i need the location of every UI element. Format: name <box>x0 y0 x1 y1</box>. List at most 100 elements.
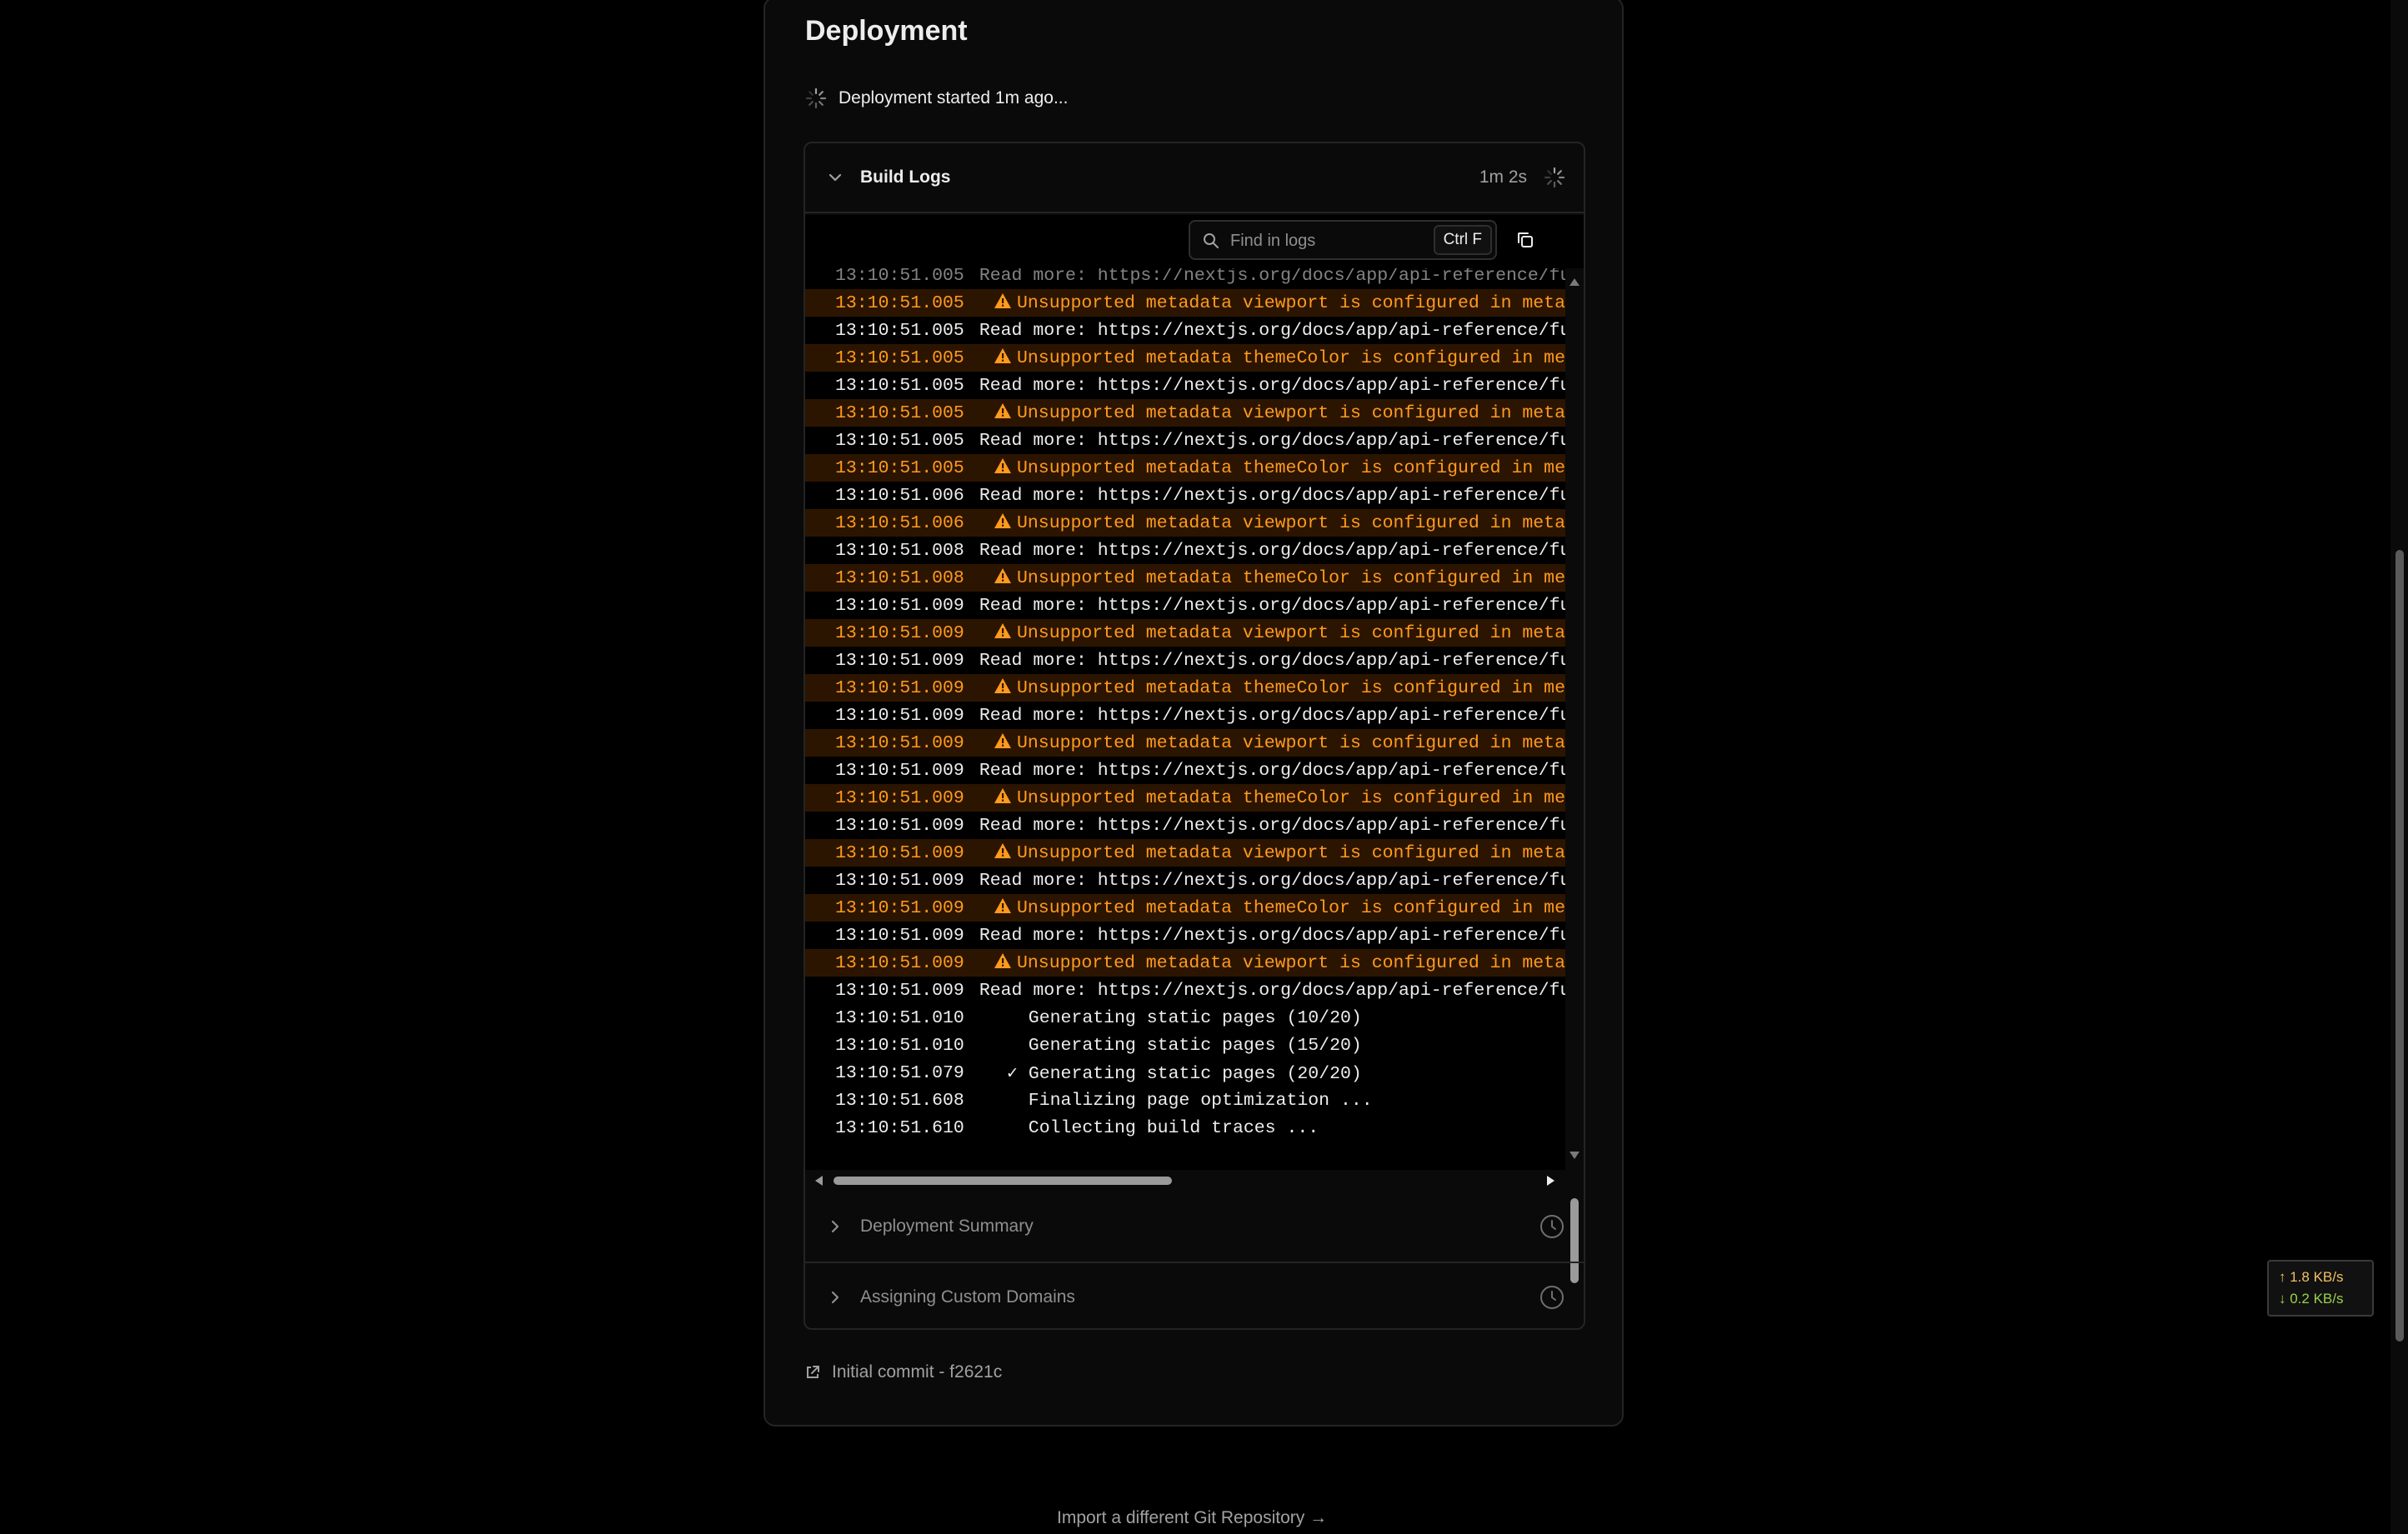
page-scrollbar[interactable] <box>2390 0 2408 1534</box>
log-line: 13:10:51.010 Generating static pages (15… <box>805 1032 1565 1059</box>
scroll-down-arrow[interactable] <box>1569 1152 1579 1159</box>
log-line: 13:10:51.005 Read more: https://nextjs.or… <box>805 317 1565 344</box>
log-timestamp: 13:10:51.005 <box>835 268 964 286</box>
log-message-text: Generating static pages (10/20) <box>1007 1007 1362 1028</box>
assigning-domains-section[interactable]: Assigning Custom Domains <box>805 1262 1584 1328</box>
log-message-text: Read more: https://nextjs.org/docs/app/a… <box>979 870 1565 891</box>
log-line-warning: 13:10:51.009 Unsupported metadata viewpor… <box>805 839 1565 867</box>
log-timestamp: 13:10:51.005 <box>835 292 964 313</box>
log-timestamp: 13:10:51.009 <box>835 595 964 616</box>
log-message-text: Unsupported metadata viewport is configu… <box>1016 843 1565 863</box>
log-line-warning: 13:10:51.009 Unsupported metadata viewpor… <box>805 729 1565 757</box>
log-message: Unsupported metadata viewport is configu… <box>994 292 1565 313</box>
warning-icon <box>994 513 1011 528</box>
copy-icon <box>1518 232 1533 247</box>
warning-icon <box>994 788 1011 803</box>
horizontal-scroll-thumb[interactable] <box>834 1177 1172 1185</box>
log-timestamp: 13:10:51.010 <box>835 1035 964 1056</box>
import-repository-link[interactable]: Import a different Git Repository → <box>1057 1508 1327 1528</box>
log-message-text: Read more: https://nextjs.org/docs/app/a… <box>979 320 1565 341</box>
chevron-down-icon <box>829 173 842 182</box>
chevron-right-icon <box>831 1220 839 1233</box>
vertical-scrollbar[interactable] <box>1565 268 1584 1283</box>
log-timestamp: 13:10:51.006 <box>835 485 964 506</box>
log-timestamp: 13:10:51.006 <box>835 512 964 533</box>
log-line: 13:10:51.009 Read more: https://nextjs.or… <box>805 867 1565 894</box>
log-message: Unsupported metadata themeColor is confi… <box>994 347 1565 368</box>
horizontal-scrollbar[interactable] <box>805 1170 1584 1192</box>
log-output[interactable]: 13:10:51.005 Read more: https://nextjs.or… <box>805 268 1565 1170</box>
scroll-right-arrow[interactable] <box>1547 1176 1554 1186</box>
clock-icon <box>1540 1286 1564 1309</box>
log-message-text: Read more: https://nextjs.org/docs/app/a… <box>979 375 1565 396</box>
clock-icon <box>1540 1215 1564 1238</box>
deployment-summary-section[interactable]: Deployment Summary <box>805 1192 1584 1262</box>
build-logs-elapsed: 1m 2s <box>1479 167 1527 187</box>
build-logs-header[interactable]: Build Logs 1m 2s <box>805 143 1584 213</box>
log-line: 13:10:51.009 Read more: https://nextjs.or… <box>805 592 1565 619</box>
log-timestamp: 13:10:51.009 <box>835 622 964 643</box>
log-timestamp: 13:10:51.009 <box>835 787 964 808</box>
log-timestamp: 13:10:51.009 <box>835 650 964 671</box>
log-message-text: Read more: https://nextjs.org/docs/app/a… <box>979 485 1565 506</box>
log-line: 13:10:51.009 Read more: https://nextjs.or… <box>805 922 1565 949</box>
log-message-text: Unsupported metadata viewport is configu… <box>1016 733 1565 753</box>
log-message: Unsupported metadata viewport is configu… <box>994 402 1565 423</box>
log-message-text: Read more: https://nextjs.org/docs/app/a… <box>979 815 1565 836</box>
log-message-text: Finalizing page optimization ... <box>1007 1090 1373 1111</box>
upload-speed: ↑ 1.8 KB/s <box>2279 1269 2344 1285</box>
log-timestamp: 13:10:51.610 <box>835 1117 964 1138</box>
log-message-text: Unsupported metadata viewport is configu… <box>1016 623 1565 643</box>
log-line: 13:10:51.010 Generating static pages (10… <box>805 1004 1565 1032</box>
log-message: Unsupported metadata themeColor is confi… <box>994 567 1565 588</box>
log-message-text: Unsupported metadata themeColor is confi… <box>1016 678 1565 698</box>
scroll-left-arrow[interactable] <box>815 1176 823 1186</box>
log-message-text: Read more: https://nextjs.org/docs/app/a… <box>979 760 1565 781</box>
log-timestamp: 13:10:51.005 <box>835 457 964 478</box>
log-message: Unsupported metadata viewport is configu… <box>994 732 1565 753</box>
network-speed-widget: ↑ 1.8 KB/s ↓ 0.2 KB/s <box>2267 1260 2374 1317</box>
log-line-warning: 13:10:51.005 Unsupported metadata viewpor… <box>805 399 1565 427</box>
log-timestamp: 13:10:51.010 <box>835 1007 964 1028</box>
log-timestamp: 13:10:51.009 <box>835 815 964 836</box>
logs-toolbar: Ctrl F <box>805 215 1584 268</box>
page-scroll-thumb[interactable] <box>2395 550 2404 1342</box>
spinner-icon <box>805 87 827 109</box>
log-search[interactable]: Ctrl F <box>1189 220 1497 260</box>
commit-link[interactable]: Initial commit - f2621c <box>805 1360 1002 1385</box>
log-message: Unsupported metadata viewport is configu… <box>994 622 1565 643</box>
warning-icon <box>994 898 1011 913</box>
log-timestamp: 13:10:51.008 <box>835 567 964 588</box>
log-timestamp: 13:10:51.009 <box>835 732 964 753</box>
warning-icon <box>994 348 1011 363</box>
log-message-text: Generating static pages (15/20) <box>1007 1035 1362 1056</box>
log-timestamp: 13:10:51.005 <box>835 402 964 423</box>
log-line: 13:10:51.009 Read more: https://nextjs.or… <box>805 977 1565 1004</box>
warning-icon <box>994 458 1011 473</box>
log-line: 13:10:51.009 Read more: https://nextjs.or… <box>805 702 1565 729</box>
warning-icon <box>994 568 1011 583</box>
deployment-status: Deployment started 1m ago... <box>805 85 1068 112</box>
log-message: Unsupported metadata viewport is configu… <box>994 512 1565 533</box>
log-message-text: Read more: https://nextjs.org/docs/app/a… <box>979 540 1565 561</box>
download-speed: ↓ 0.2 KB/s <box>2279 1291 2344 1307</box>
scroll-up-arrow[interactable] <box>1569 278 1579 286</box>
copy-logs-button[interactable] <box>1507 222 1544 258</box>
search-input[interactable] <box>1229 227 1415 255</box>
log-lines: 13:10:51.005 Read more: https://nextjs.or… <box>805 268 1565 1142</box>
log-timestamp: 13:10:51.005 <box>835 320 964 341</box>
log-line: 13:10:51.009 Read more: https://nextjs.or… <box>805 812 1565 839</box>
warning-icon <box>994 293 1011 308</box>
commit-text: Initial commit - f2621c <box>832 1362 1003 1382</box>
log-line: 13:10:51.608 Finalizing page optimizatio… <box>805 1087 1565 1114</box>
log-message: Unsupported metadata themeColor is confi… <box>994 787 1565 808</box>
log-line: 13:10:51.005 Read more: https://nextjs.or… <box>805 427 1565 454</box>
assigning-domains-title: Assigning Custom Domains <box>860 1287 1075 1307</box>
log-message: Unsupported metadata viewport is configu… <box>994 842 1565 863</box>
log-timestamp: 13:10:51.009 <box>835 705 964 726</box>
log-line: 13:10:51.009 Read more: https://nextjs.or… <box>805 757 1565 784</box>
log-timestamp: 13:10:51.009 <box>835 925 964 946</box>
log-line-warning: 13:10:51.005 Unsupported metadata themeCo… <box>805 344 1565 372</box>
log-timestamp: 13:10:51.009 <box>835 842 964 863</box>
log-message-text: Collecting build traces ... <box>1007 1117 1319 1138</box>
